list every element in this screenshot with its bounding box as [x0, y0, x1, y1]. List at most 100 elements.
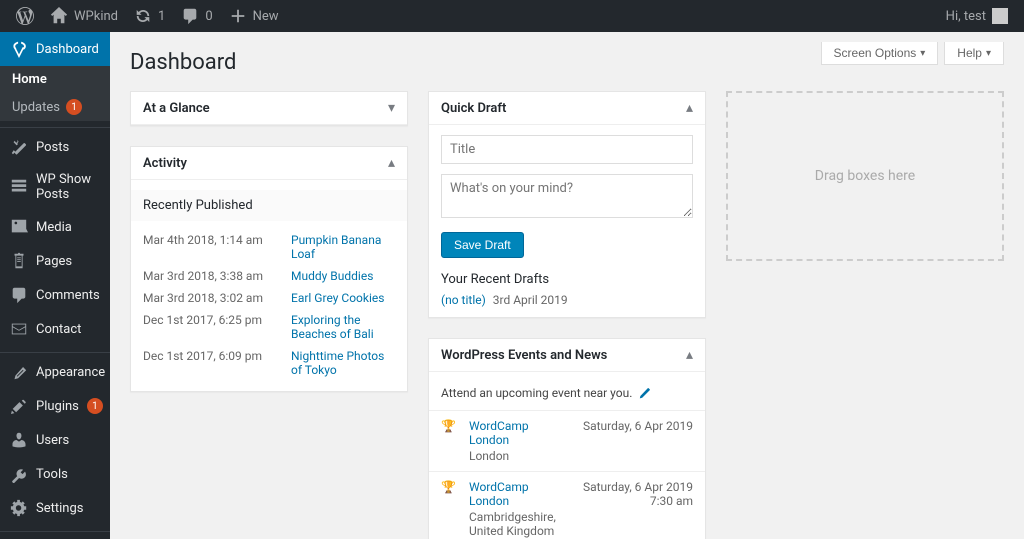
menu-tools[interactable]: Tools [0, 457, 110, 491]
menu-label: Contact [36, 322, 81, 337]
widget-column-2: Quick Draft ▴ Save Draft Your Recent Dra… [428, 91, 706, 539]
event-datetime: Saturday, 6 Apr 2019 [578, 419, 693, 463]
pin-icon [10, 138, 28, 156]
page-title: Dashboard [130, 42, 236, 79]
toggle-icon[interactable]: ▴ [388, 155, 395, 171]
activity-link[interactable]: Nighttime Photos of Tokyo [291, 349, 395, 377]
activity-subhead: Recently Published [131, 190, 407, 221]
widget-header[interactable]: WordPress Events and News ▴ [429, 339, 705, 372]
widget-body: Save Draft Your Recent Drafts (no title)… [429, 125, 705, 317]
menu-mailchimp[interactable]: Mailchimp for WP [0, 534, 110, 539]
event-location: London [469, 449, 568, 463]
menu-posts[interactable]: Posts [0, 130, 110, 164]
menu-dashboard[interactable]: Dashboard [0, 32, 110, 66]
updates-badge: 1 [66, 99, 82, 115]
media-icon [10, 218, 28, 236]
draft-date: 3rd April 2019 [493, 293, 568, 307]
menu-users[interactable]: Users [0, 423, 110, 457]
tools-icon [10, 465, 28, 483]
dashboard-icon [10, 40, 28, 58]
new-label: New [253, 9, 279, 24]
activity-date: Dec 1st 2017, 6:09 pm [143, 349, 273, 377]
recent-drafts: Your Recent Drafts (no title) 3rd April … [441, 272, 693, 307]
menu-label: Settings [36, 501, 83, 516]
avatar [992, 8, 1008, 24]
menu-comments[interactable]: Comments [0, 278, 110, 312]
activity-list: Mar 4th 2018, 1:14 amPumpkin Banana Loaf… [143, 229, 395, 381]
toggle-icon[interactable]: ▴ [686, 100, 693, 116]
menu-contact[interactable]: Contact [0, 312, 110, 346]
draft-title-input[interactable] [441, 135, 693, 164]
event-details: WordCamp London Cambridgeshire, United K… [469, 480, 568, 538]
save-draft-button[interactable]: Save Draft [441, 232, 524, 258]
widget-column-3: Drag boxes here [726, 91, 1004, 539]
event-link[interactable]: WordCamp London [469, 419, 529, 447]
plus-icon [229, 7, 247, 25]
submenu-updates[interactable]: Updates 1 [0, 93, 110, 121]
menu-appearance[interactable]: Appearance [0, 355, 110, 389]
menu-media[interactable]: Media [0, 210, 110, 244]
contact-icon [10, 320, 28, 338]
menu-label: Plugins [36, 399, 79, 414]
event-link[interactable]: WordCamp London [469, 480, 529, 508]
recent-drafts-head: Your Recent Drafts [441, 272, 693, 287]
new-content[interactable]: New [221, 0, 287, 32]
draft-link[interactable]: (no title) [441, 293, 486, 307]
empty-dropzone[interactable]: Drag boxes here [726, 91, 1004, 261]
screen-options-button[interactable]: Screen Options [821, 42, 939, 65]
activity-link[interactable]: Earl Grey Cookies [291, 291, 384, 305]
at-a-glance-widget: At a Glance ▾ [130, 91, 408, 126]
menu-label: WP Show Posts [36, 172, 100, 202]
toggle-icon[interactable]: ▾ [388, 100, 395, 116]
submenu-label: Home [12, 72, 47, 87]
main-header: Dashboard Screen Options Help [130, 42, 1004, 79]
activity-item: Mar 3rd 2018, 3:38 am Muddy Buddies [143, 265, 395, 287]
update-icon [134, 7, 152, 25]
activity-link[interactable]: Exploring the Beaches of Bali [291, 313, 395, 341]
wp-logo[interactable] [8, 0, 42, 32]
wordcamp-icon: 🏆 [441, 480, 459, 538]
user-menu[interactable]: Hi, test [938, 0, 1016, 32]
site-name-label: WPkind [74, 9, 118, 24]
activity-item: Mar 3rd 2018, 3:02 am Earl Grey Cookies [143, 287, 395, 309]
menu-wp-show-posts[interactable]: WP Show Posts [0, 164, 110, 210]
menu-label: Dashboard [36, 42, 99, 57]
draft-content-input[interactable] [441, 174, 693, 218]
activity-date: Dec 1st 2017, 6:25 pm [143, 313, 273, 341]
toggle-icon[interactable]: ▴ [686, 347, 693, 363]
users-icon [10, 431, 28, 449]
submenu-home[interactable]: Home [0, 66, 110, 93]
site-name[interactable]: WPkind [42, 0, 126, 32]
quick-draft-widget: Quick Draft ▴ Save Draft Your Recent Dra… [428, 91, 706, 318]
activity-link[interactable]: Pumpkin Banana Loaf [291, 233, 395, 261]
activity-date: Mar 3rd 2018, 3:38 am [143, 269, 273, 283]
updates-count: 1 [158, 9, 165, 24]
dashboard-submenu: Home Updates 1 [0, 66, 110, 121]
widget-header[interactable]: Activity ▴ [131, 147, 407, 180]
activity-link[interactable]: Muddy Buddies [291, 269, 373, 283]
event-list: 🏆 WordCamp London London Saturday, 6 Apr… [429, 410, 705, 539]
menu-pages[interactable]: Pages [0, 244, 110, 278]
menu-settings[interactable]: Settings [0, 491, 110, 525]
widget-body: Attend an upcoming event near you. 🏆 Wor… [429, 372, 705, 539]
edit-location-icon[interactable] [638, 386, 652, 400]
pages-icon [10, 252, 28, 270]
draft-item: (no title) 3rd April 2019 [441, 293, 693, 307]
plugins-badge: 1 [87, 398, 103, 414]
help-button[interactable]: Help [944, 42, 1004, 65]
main-wrapper: Dashboard Home Updates 1 Posts WP Show P… [0, 32, 1024, 539]
widget-title: At a Glance [143, 101, 210, 116]
comments[interactable]: 0 [173, 0, 220, 32]
widget-header[interactable]: At a Glance ▾ [131, 92, 407, 125]
comments-count: 0 [205, 9, 212, 24]
activity-date: Mar 3rd 2018, 3:02 am [143, 291, 273, 305]
event-item: 🏆 WordCamp London London Saturday, 6 Apr… [429, 410, 705, 471]
updates[interactable]: 1 [126, 0, 173, 32]
widget-header[interactable]: Quick Draft ▴ [429, 92, 705, 125]
separator [0, 348, 110, 353]
event-details: WordCamp London London [469, 419, 568, 463]
plugins-icon [10, 397, 28, 415]
separator [0, 123, 110, 128]
menu-plugins[interactable]: Plugins 1 [0, 389, 110, 423]
activity-item: Dec 1st 2017, 6:25 pm Exploring the Beach… [143, 309, 395, 345]
